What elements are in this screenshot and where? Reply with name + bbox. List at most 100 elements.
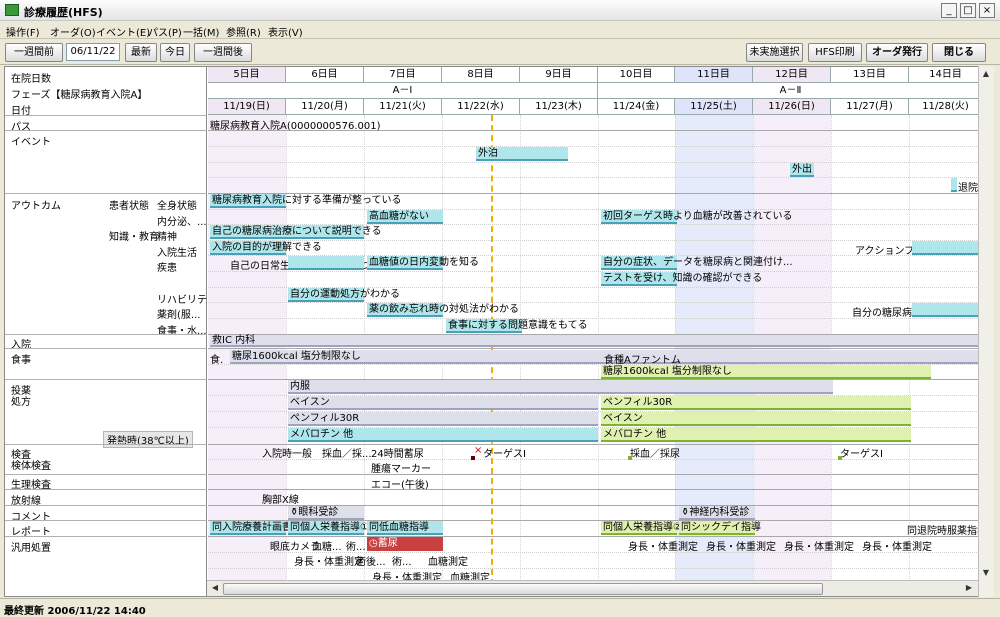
outcome-item[interactable]: 自分の症状、データを糖尿病と関連付け... [601, 256, 793, 270]
day-header: 9日目 [520, 67, 598, 83]
prescription-item[interactable]: ベイスン [601, 412, 911, 426]
exam-item[interactable]: ターゲスⅠ [483, 445, 526, 460]
event-discharge-bar[interactable] [951, 178, 957, 192]
scroll-thumb[interactable] [223, 583, 823, 595]
treatment-item[interactable]: 身長・体重測定 [784, 538, 854, 553]
latest-button[interactable]: 最新 [125, 43, 157, 62]
scroll-left-icon[interactable]: ◀ [208, 581, 222, 595]
hfs-print-button[interactable]: HFS印刷 [808, 43, 862, 62]
status-bar: 最終更新 2006/11/22 14:40 [0, 598, 1000, 617]
horizontal-scrollbar[interactable]: ◀ ▶ [207, 580, 978, 596]
report-item[interactable]: 同個人栄養指導① [288, 521, 369, 535]
systemic-label: 全身状態 [157, 201, 197, 212]
next-week-button[interactable]: 一週間後 [194, 43, 252, 62]
unexecuted-select-button[interactable]: 未実施選択 [746, 43, 803, 62]
treatment-item[interactable]: 身長・体重測定 [628, 538, 698, 553]
treatment-item[interactable]: 術... [346, 538, 366, 553]
today-button[interactable]: 今日 [160, 43, 190, 62]
admission-bar[interactable]: 救IC 内科 [210, 335, 983, 347]
treatment-item[interactable]: ◷蓄尿 [367, 537, 443, 551]
report-item[interactable]: 同シックデイ指導 [679, 521, 761, 535]
comment-item[interactable]: ⚱神経内科受診 [679, 506, 755, 520]
outcome-bar[interactable] [912, 303, 983, 317]
fever-label[interactable]: 発熱時(38℃以上) [103, 431, 193, 448]
cancel-mark-icon: × [474, 445, 483, 456]
scroll-down-icon[interactable]: ▼ [979, 566, 993, 580]
exam-item[interactable]: 入院時一般 [262, 445, 312, 460]
event-discharge[interactable]: 退院 [958, 179, 978, 194]
menu-bulk[interactable]: 一括(M) [183, 24, 219, 39]
outcome-label: アウトカム [11, 201, 61, 212]
prescription-item[interactable]: メバロチン 他 [288, 428, 598, 442]
meal-item[interactable]: 糖尿1600kcal 塩分制限なし [601, 365, 931, 379]
day-header: 5日目 [208, 67, 286, 83]
treatment-item[interactable]: 術... [392, 553, 412, 568]
meal-item[interactable]: 食. [210, 351, 223, 366]
treatment-item[interactable]: 術後... [356, 553, 386, 568]
prescription-item[interactable]: ベイスン [288, 396, 598, 410]
exam-item[interactable]: エコー(午後) [371, 476, 429, 491]
prev-week-button[interactable]: 一週間前 [5, 43, 63, 62]
treatment-item[interactable]: 身長・体重測定 [294, 553, 364, 568]
close-window-button[interactable]: × [979, 3, 995, 18]
outcome-bar[interactable] [288, 256, 364, 270]
report-item[interactable]: 同個人栄養指導② [601, 521, 682, 535]
treatment-item[interactable]: 血糖... [312, 538, 342, 553]
menu-order[interactable]: オーダ(O) [50, 24, 96, 39]
outcome-item[interactable]: 自己の糖尿病治療について説明できる [210, 225, 382, 239]
menu-reference[interactable]: 参照(R) [226, 24, 261, 39]
minimize-button[interactable]: _ [941, 3, 957, 18]
report-item[interactable]: 同低血糖指導 [367, 521, 443, 535]
exam-item[interactable]: 24時間蓄尿 [371, 445, 424, 460]
scroll-up-icon[interactable]: ▲ [979, 67, 993, 81]
exam-item[interactable]: ターゲスⅠ [840, 445, 883, 460]
menu-operation[interactable]: 操作(F) [6, 24, 40, 39]
outcome-item[interactable]: 薬の飲み忘れ時の対処法がわかる [367, 303, 519, 317]
day-header: 6日目 [286, 67, 364, 83]
prescription-label: 処方 [11, 397, 31, 408]
event-outing[interactable]: 外出 [790, 163, 814, 177]
order-issue-button[interactable]: オーダ発行 [866, 43, 928, 62]
event-overnight-leave[interactable]: 外泊 [476, 147, 568, 161]
comment-item[interactable]: ⚱眼科受診 [288, 506, 364, 520]
vertical-scrollbar[interactable]: ▲ ▼ [978, 66, 994, 597]
prescription-item[interactable]: ペンフィル30R [601, 396, 911, 410]
disease-label: 疾患 [157, 263, 177, 274]
scroll-right-icon[interactable]: ▶ [962, 581, 976, 595]
outcome-item[interactable]: 入院の目的が理解できる [210, 241, 322, 255]
prescription-item[interactable]: 内服 [288, 380, 833, 394]
prescription-item[interactable]: ペンフィル30R [288, 412, 598, 426]
outcome-item[interactable]: 糖尿病教育入院に対する準備が整っている [210, 194, 402, 208]
patient-state-label: 患者状態 [109, 201, 149, 212]
report-item[interactable]: 同退院時服薬指導 [907, 522, 983, 537]
outcome-item[interactable]: 血糖値の日内変動を知る [367, 256, 479, 270]
meal-item[interactable]: 食種Aファントム [604, 351, 681, 366]
menu-event[interactable]: イベント(E) [96, 24, 150, 39]
exam-item[interactable]: 採血／採... [322, 445, 372, 460]
treatment-item[interactable]: 身長・体重測定 [706, 538, 776, 553]
menu-view[interactable]: 表示(V) [268, 24, 303, 39]
path-name[interactable]: 糖尿病教育入院A(0000000576.001) [210, 117, 381, 132]
meal-label: 食事 [11, 355, 31, 366]
exam-item[interactable]: 採血／採尿 [630, 445, 680, 460]
outcome-item[interactable]: 自分の運動処方がわかる [288, 288, 400, 302]
day-header: 11日目 [675, 67, 753, 83]
prescription-item[interactable]: メバロチン 他 [601, 428, 911, 442]
outcome-item[interactable]: 初回ターゲス時より血糖が改善されている [601, 210, 793, 224]
exam-item[interactable]: 胸部X線 [262, 491, 299, 506]
maximize-button[interactable]: □ [960, 3, 976, 18]
outcome-item[interactable]: 高血糖がない [367, 210, 443, 224]
report-item[interactable]: 同入院療養計画書 [210, 521, 292, 535]
date-input[interactable]: 06/11/22 [66, 43, 120, 61]
close-button[interactable]: 閉じる [932, 43, 986, 62]
menu-bar: 操作(F) オーダ(O) イベント(E) パス(P) 一括(M) 参照(R) 表… [0, 21, 1000, 39]
outcome-item[interactable]: 食事に対する問題意識をもてる [446, 319, 588, 333]
treatment-item[interactable]: 身長・体重測定 [862, 538, 932, 553]
exam-item[interactable]: 腫瘍マーカー [371, 460, 431, 475]
treatment-item[interactable]: 血糖測定 [428, 553, 468, 568]
menu-path[interactable]: パス(P) [148, 24, 182, 39]
outcome-bar[interactable] [912, 241, 983, 255]
drug-label: 薬剤(服... [157, 310, 201, 321]
days-label: 在院日数 [11, 74, 51, 85]
outcome-item[interactable]: テストを受け、知識の確認ができる [601, 272, 762, 286]
